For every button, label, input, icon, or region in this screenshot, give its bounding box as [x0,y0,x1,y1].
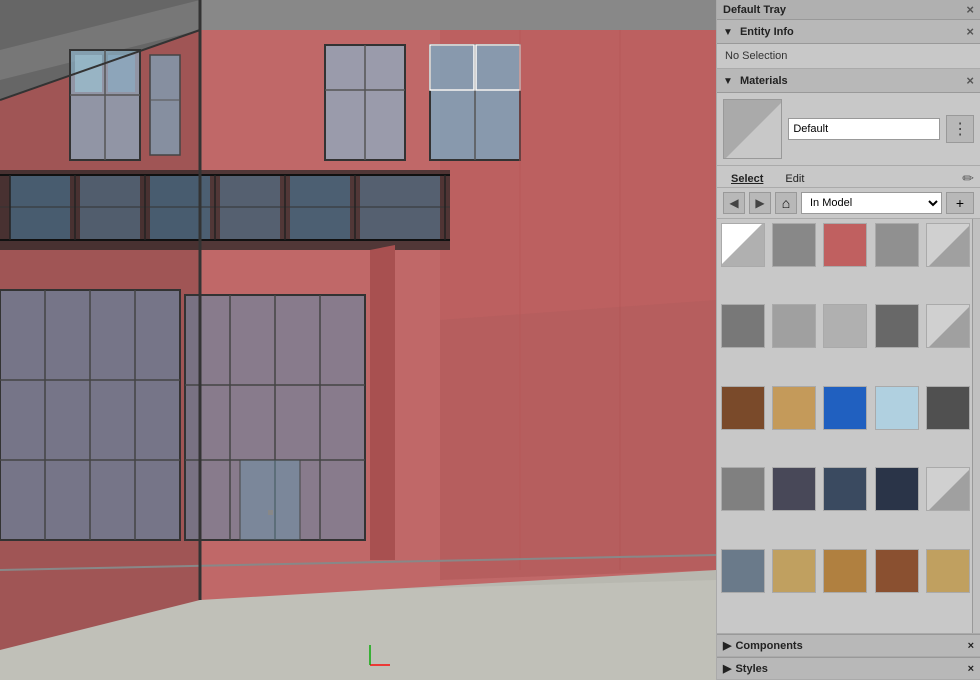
back-arrow-icon: ◀ [729,196,738,210]
material-swatch-20[interactable] [926,467,970,511]
material-swatch-4[interactable] [875,223,919,267]
material-swatch-21[interactable] [721,549,765,593]
material-nav-row: ◀ ▶ ⌂ In Model Colors Brick and Cladding… [717,188,980,219]
options-icon: ⋮ [952,119,968,139]
forward-arrow-icon: ▶ [755,196,764,210]
material-swatch-5[interactable] [926,223,970,267]
material-tabs: Select Edit ✏ [717,166,980,188]
tray-close-button[interactable]: × [966,3,974,16]
entity-info-label: Entity Info [740,26,794,38]
home-icon: ⌂ [782,195,790,211]
nav-back-button[interactable]: ◀ [723,192,745,214]
right-panel: Default Tray × ▼ Entity Info × No Select… [716,0,980,680]
styles-section-header[interactable]: ▶ Styles × [717,657,980,680]
material-swatch-25[interactable] [926,549,970,593]
material-swatch-2[interactable] [772,223,816,267]
tray-header: Default Tray × [717,0,980,20]
materials-arrow: ▼ [723,76,733,87]
entity-info-content: No Selection [717,44,980,68]
material-swatch-22[interactable] [772,549,816,593]
components-close[interactable]: × [968,640,974,652]
material-swatch-9[interactable] [875,304,919,348]
styles-label: Styles [735,663,767,675]
material-swatch-19[interactable] [875,467,919,511]
entity-info-section: ▼ Entity Info × No Selection [717,20,980,69]
3d-viewport[interactable] [0,0,716,680]
material-swatch-grid: Brick, Common [717,219,980,633]
components-arrow: ▶ [723,639,731,652]
tray-title: Default Tray [723,4,786,16]
material-swatch-8[interactable] [823,304,867,348]
materials-preview-row: ⋮ [717,93,980,166]
tab-edit[interactable]: Edit [777,171,812,187]
material-name-input[interactable] [788,118,940,140]
materials-header[interactable]: ▼ Materials × [717,69,980,93]
materials-label: Materials [740,75,788,87]
grid-scrollbar[interactable] [972,219,980,633]
material-swatch-16[interactable] [721,467,765,511]
material-swatch-11[interactable] [721,386,765,430]
create-icon: + [956,195,964,211]
entity-info-header[interactable]: ▼ Entity Info × [717,20,980,44]
material-category-dropdown[interactable]: In Model Colors Brick and Cladding [801,192,942,214]
material-swatch-7[interactable] [772,304,816,348]
material-options-button[interactable]: ⋮ [946,115,974,143]
material-swatch-23[interactable] [823,549,867,593]
entity-info-status: No Selection [725,50,787,62]
material-swatch-13[interactable] [823,386,867,430]
material-swatch-12[interactable] [772,386,816,430]
material-swatch-3[interactable]: Brick, Common [823,223,867,267]
material-swatch-15[interactable] [926,386,970,430]
material-swatch-14[interactable] [875,386,919,430]
entity-info-arrow: ▼ [723,27,733,38]
pencil-icon[interactable]: ✏ [962,170,974,187]
create-material-button[interactable]: + [946,192,974,214]
material-swatch-18[interactable] [823,467,867,511]
components-label: Components [735,640,802,652]
material-swatch-24[interactable] [875,549,919,593]
components-section-header[interactable]: ▶ Components × [717,634,980,657]
material-swatch-6[interactable] [721,304,765,348]
material-swatch-10[interactable] [926,304,970,348]
styles-arrow: ▶ [723,662,731,675]
nav-forward-button[interactable]: ▶ [749,192,771,214]
material-preview-swatch [723,99,782,159]
materials-section: ▼ Materials × ⋮ Select Edit ✏ ◀ ▶ [717,69,980,634]
entity-info-close[interactable]: × [966,24,974,39]
tab-select[interactable]: Select [723,171,771,187]
material-swatch-17[interactable] [772,467,816,511]
material-swatch-1[interactable] [721,223,765,267]
styles-close[interactable]: × [968,663,974,675]
nav-home-button[interactable]: ⌂ [775,192,797,214]
materials-close[interactable]: × [966,73,974,88]
